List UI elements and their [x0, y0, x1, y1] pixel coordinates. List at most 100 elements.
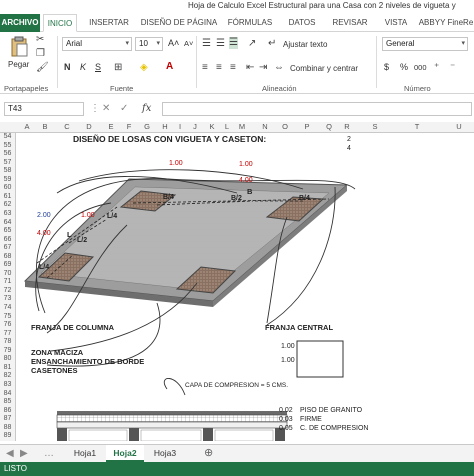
column-header[interactable]: Q: [322, 122, 336, 131]
row-header[interactable]: 60: [0, 184, 15, 191]
row-header[interactable]: 68: [0, 253, 15, 260]
percent-button[interactable]: %: [400, 62, 408, 72]
currency-button[interactable]: $: [384, 62, 389, 72]
wrap-text-button[interactable]: Ajustar texto: [283, 40, 327, 49]
row-header[interactable]: 84: [0, 390, 15, 397]
tab-inicio[interactable]: INICIO: [43, 14, 77, 32]
row-header[interactable]: 76: [0, 321, 15, 328]
row-header[interactable]: 88: [0, 424, 15, 431]
tab-archivo[interactable]: ARCHIVO: [0, 14, 40, 32]
row-header[interactable]: 62: [0, 201, 15, 208]
column-header[interactable]: J: [188, 122, 202, 131]
row-header[interactable]: 65: [0, 227, 15, 234]
cut-icon[interactable]: ✂: [36, 34, 44, 46]
fill-color-icon[interactable]: ◈: [140, 62, 148, 74]
increase-indent-icon[interactable]: ⇥: [259, 62, 267, 74]
thousands-button[interactable]: 000: [414, 63, 427, 72]
row-header[interactable]: 78: [0, 338, 15, 345]
copy-icon[interactable]: ❐: [36, 48, 45, 60]
row-header[interactable]: 72: [0, 287, 15, 294]
row-header[interactable]: 57: [0, 159, 15, 166]
worksheet-area[interactable]: DISEÑO DE LOSAS CON VIGUETA Y CASETON: 2…: [17, 133, 474, 441]
cancel-icon[interactable]: ✕: [102, 103, 110, 115]
column-header[interactable]: R: [340, 122, 354, 131]
font-size-select[interactable]: 10 ▾: [135, 37, 163, 51]
row-header[interactable]: 83: [0, 381, 15, 388]
column-header[interactable]: I: [173, 122, 187, 131]
column-header[interactable]: G: [140, 122, 154, 131]
row-header[interactable]: 69: [0, 261, 15, 268]
merge-center-button[interactable]: Combinar y centrar: [290, 64, 358, 73]
decrease-decimal-icon[interactable]: ⁻: [450, 62, 455, 74]
tab-formulas[interactable]: FÓRMULAS: [224, 14, 276, 32]
more-sheets-icon[interactable]: …: [44, 448, 54, 460]
column-header[interactable]: F: [122, 122, 136, 131]
row-header[interactable]: 61: [0, 193, 15, 200]
row-header[interactable]: 71: [0, 278, 15, 285]
column-header[interactable]: N: [258, 122, 272, 131]
align-left-icon[interactable]: ≡: [202, 62, 208, 74]
tab-revisar[interactable]: REVISAR: [328, 14, 372, 32]
row-header[interactable]: 64: [0, 219, 15, 226]
column-header[interactable]: E: [104, 122, 118, 131]
row-header[interactable]: 77: [0, 330, 15, 337]
row-header[interactable]: 54: [0, 133, 15, 140]
underline-button[interactable]: S: [95, 62, 101, 72]
column-header[interactable]: K: [205, 122, 219, 131]
grow-font-button[interactable]: A˄: [168, 38, 179, 48]
column-header[interactable]: U: [452, 122, 466, 131]
row-header[interactable]: 87: [0, 415, 15, 422]
name-box[interactable]: T43: [4, 102, 84, 116]
align-top-icon[interactable]: ☰: [202, 38, 211, 50]
row-header[interactable]: 63: [0, 210, 15, 217]
row-header[interactable]: 89: [0, 432, 15, 439]
borders-icon[interactable]: ⊞: [114, 62, 122, 74]
row-header[interactable]: 67: [0, 244, 15, 251]
paste-button[interactable]: Pegar: [8, 60, 29, 69]
row-header[interactable]: 59: [0, 176, 15, 183]
column-header[interactable]: D: [82, 122, 96, 131]
column-header[interactable]: M: [235, 122, 249, 131]
sheet-tab-hoja3[interactable]: Hoja3: [146, 445, 184, 462]
column-header[interactable]: T: [410, 122, 424, 131]
options-icon[interactable]: ⋮: [90, 103, 100, 115]
tab-diseno-pagina[interactable]: DISEÑO DE PÁGINA: [140, 14, 218, 32]
row-header[interactable]: 73: [0, 295, 15, 302]
row-header[interactable]: 75: [0, 313, 15, 320]
sheet-tab-hoja2[interactable]: Hoja2: [106, 445, 144, 462]
insert-function-icon[interactable]: fx: [142, 103, 151, 115]
italic-button[interactable]: K: [80, 62, 86, 72]
row-header[interactable]: 82: [0, 372, 15, 379]
paste-icon[interactable]: [9, 36, 29, 58]
shrink-font-button[interactable]: A˅: [184, 39, 193, 48]
column-header[interactable]: O: [278, 122, 292, 131]
orientation-icon[interactable]: ↗: [248, 38, 256, 50]
add-sheet-icon[interactable]: ⊕: [204, 447, 213, 459]
row-header[interactable]: 79: [0, 347, 15, 354]
tab-insertar[interactable]: INSERTAR: [84, 14, 134, 32]
tab-vista[interactable]: VISTA: [380, 14, 412, 32]
wrap-text-icon[interactable]: ↵: [268, 38, 276, 50]
bold-button[interactable]: N: [64, 62, 71, 72]
column-header[interactable]: A: [20, 122, 34, 131]
row-header[interactable]: 80: [0, 355, 15, 362]
format-painter-icon[interactable]: 🖌: [36, 62, 49, 74]
row-header[interactable]: 70: [0, 270, 15, 277]
merge-center-icon[interactable]: ⇔: [274, 62, 284, 74]
font-name-select[interactable]: Arial ▾: [62, 37, 132, 51]
align-right-icon[interactable]: ≡: [230, 62, 236, 74]
row-header[interactable]: 81: [0, 364, 15, 371]
row-header[interactable]: 58: [0, 167, 15, 174]
column-header[interactable]: B: [38, 122, 52, 131]
align-bottom-icon[interactable]: ☰: [229, 37, 238, 49]
tab-datos[interactable]: DATOS: [283, 14, 321, 32]
row-header[interactable]: 55: [0, 142, 15, 149]
column-header[interactable]: L: [220, 122, 234, 131]
tab-abbyy[interactable]: ABBYY FineRe: [418, 14, 474, 32]
scroll-right-icon[interactable]: ▶: [20, 448, 28, 460]
row-header[interactable]: 85: [0, 398, 15, 405]
column-header[interactable]: S: [368, 122, 382, 131]
font-color-icon[interactable]: A: [166, 61, 173, 73]
scroll-left-icon[interactable]: ◀: [6, 448, 14, 460]
decrease-indent-icon[interactable]: ⇤: [246, 62, 254, 74]
